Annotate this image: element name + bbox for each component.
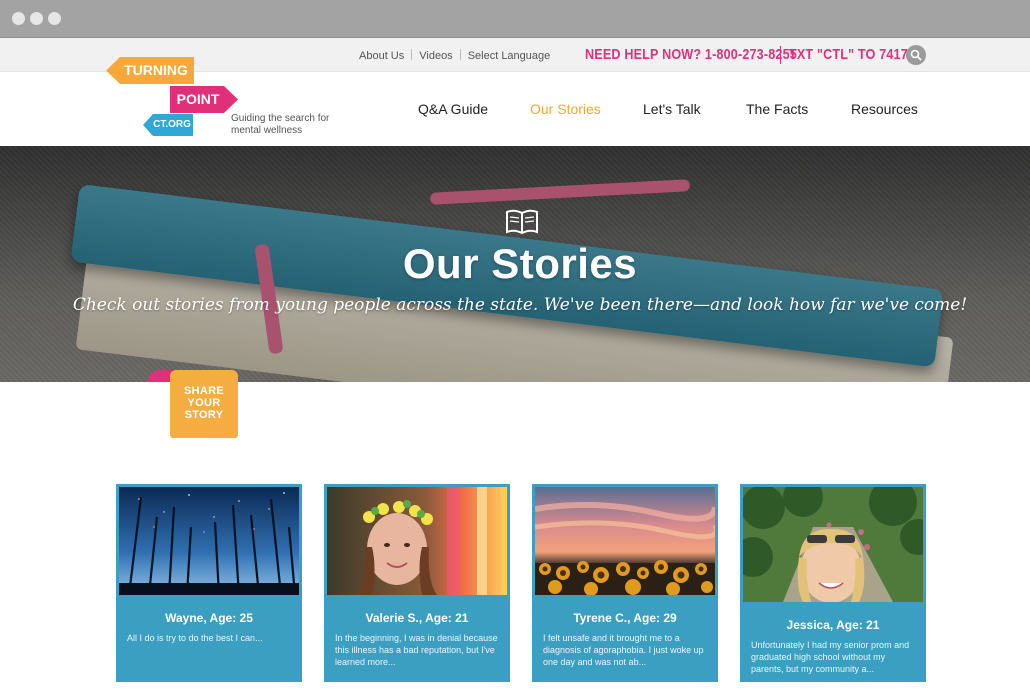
divider <box>459 49 461 60</box>
hero-subtitle: Check out stories from young people acro… <box>72 295 968 315</box>
helpline-text[interactable]: TXT "CTL" TO 741741 <box>789 46 922 63</box>
story-name[interactable]: Jessica, Age: 21 <box>743 618 923 632</box>
story-excerpt: Unfortunately I had my senior prom and g… <box>751 640 910 674</box>
nav-our-stories[interactable]: Our Stories <box>530 101 601 117</box>
story-card[interactable]: Jessica, Age: 21 Unfortunately I had my … <box>740 484 926 682</box>
window-minimize-button[interactable] <box>30 12 43 25</box>
story-photo-night-forest[interactable] <box>119 487 299 595</box>
search-button[interactable] <box>906 45 926 65</box>
share-line1: SHARE <box>183 385 224 397</box>
browser-window: About Us Videos Select Language NEED HELP … <box>0 0 1030 696</box>
logo-point[interactable]: POINT <box>170 86 238 113</box>
logo-turning[interactable]: TURNING <box>106 57 194 84</box>
story-photo-sunflowers[interactable] <box>535 487 715 595</box>
story-photo-park-selfie[interactable] <box>743 487 923 602</box>
story-excerpt: All I do is try to do the best I can... <box>127 633 263 643</box>
browser-chrome <box>0 0 1030 38</box>
page-title: Our Stories <box>402 240 638 287</box>
story-card[interactable]: Tyrene C., Age: 29 I felt unsafe and it … <box>532 484 718 682</box>
story-card[interactable]: Valerie S., Age: 21 In the beginning, I … <box>324 484 510 682</box>
helpline-phone[interactable]: NEED HELP NOW? 1-800-273-8255 <box>585 46 797 63</box>
logo-tagline: Guiding the search for mental wellness <box>231 113 330 136</box>
story-photo-flower-crown[interactable] <box>327 487 507 595</box>
select-language-link[interactable]: Select Language <box>468 50 551 62</box>
window-close-button[interactable] <box>12 12 25 25</box>
share-line3: STORY <box>184 409 224 421</box>
nav-qa-guide[interactable]: Q&A Guide <box>418 101 488 117</box>
nav-lets-talk[interactable]: Let's Talk <box>643 101 701 117</box>
window-maximize-button[interactable] <box>48 12 61 25</box>
story-excerpt: I felt unsafe and it brought me to a dia… <box>543 633 704 667</box>
story-excerpt: In the beginning, I was in denial becaus… <box>335 633 498 667</box>
story-name[interactable]: Wayne, Age: 25 <box>119 611 299 625</box>
story-name[interactable]: Valerie S., Age: 21 <box>327 611 507 625</box>
share-your-story-button[interactable]: SHARE YOUR STORY <box>170 370 238 438</box>
open-book-icon <box>506 209 538 235</box>
share-badge-text: SHARE YOUR STORY <box>170 385 238 421</box>
nav-the-facts[interactable]: The Facts <box>746 101 808 117</box>
story-card[interactable]: Wayne, Age: 25 All I do is try to do the… <box>116 484 302 682</box>
share-badge-fold <box>148 370 172 382</box>
about-us-link[interactable]: About Us <box>359 50 404 62</box>
share-line2: YOUR <box>187 397 221 409</box>
helpline-divider <box>780 46 781 64</box>
nav-resources[interactable]: Resources <box>851 101 918 117</box>
divider <box>411 49 413 60</box>
story-name[interactable]: Tyrene C., Age: 29 <box>535 611 715 625</box>
search-icon <box>910 49 922 61</box>
logo-ctorg[interactable]: CT.ORG <box>143 114 193 136</box>
utility-nav: About Us Videos Select Language <box>359 49 550 62</box>
videos-link[interactable]: Videos <box>419 50 452 62</box>
